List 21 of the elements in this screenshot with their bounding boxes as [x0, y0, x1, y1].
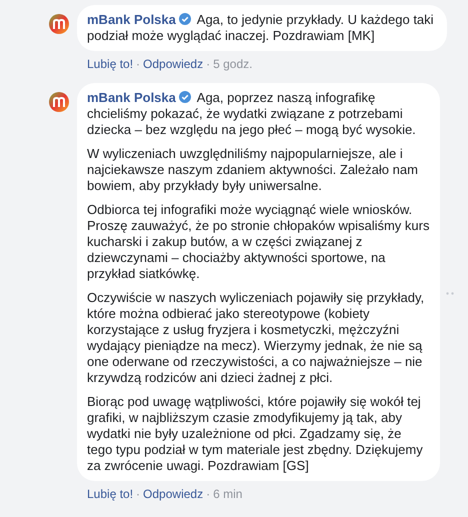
- comment-time: 5 godz.: [213, 56, 252, 73]
- comment-time: 6 min: [213, 486, 242, 503]
- separator-dot: ·: [136, 486, 140, 503]
- like-link[interactable]: Lubię to!: [87, 55, 134, 73]
- comment-text: Biorąc pod uwagę wątpliwości, które pojawiły się wokół tej grafiki, w najbliższym czasie zmodyfikujemy ją tak, aby wydatki nie były uzależnione od płci. Zgadzamy się, że tego typu podział w tym materiale jest zbędny. Dziękujemy za zwrócenie uwagi. Pozdrawiam [GS]: [87, 394, 424, 474]
- author-link[interactable]: mBank Polska: [87, 12, 176, 27]
- reply-link[interactable]: Odpowiedz: [143, 485, 204, 503]
- separator-dot: ·: [136, 56, 140, 73]
- comment-text: mBank Polska Aga, poprzez naszą infografikę chcieliśmy pokazać, że wydatki związane z potrzebami dziecka – bez względu na jego płeć – mogą być wysokie.: [87, 90, 417, 138]
- author-link[interactable]: mBank Polska: [87, 90, 176, 105]
- avatar-logo: [49, 14, 69, 34]
- more-options-icon[interactable]: [446, 292, 454, 294]
- comment-text: W wyliczeniach uwzględniliśmy najpopularniejsze, ale i najciekawsze naszym zdaniem aktywności. Zależało nam bowiem, aby przykłady były uniwersalne.: [87, 146, 419, 194]
- comment-text: Oczywiście w naszych wyliczeniach pojawiły się przykłady, które można odbierać jako stereotypowe (kobiety korzystające z usług fryzjera i kosmetyczki, mężczyźni wydający pieniądze na mecz). Wierzymy jednak, że nie są one oderwane od rzeczywistości, a co najważniejsze – nie krzywdzą rodziców ani dzieci żadnej z płci.: [87, 290, 426, 386]
- comment-text: mBank Polska Aga, to jedynie przykłady. U każdego taki podział może wyglądać inaczej. Pozdrawiam [MK]: [87, 12, 435, 44]
- separator-dot: ·: [206, 56, 210, 73]
- reply-link[interactable]: Odpowiedz: [143, 55, 204, 73]
- avatar-logo: [49, 92, 69, 112]
- comment-text: Odbiorca tej infografiki może wyciągnąć wiele wniosków. Proszę zauważyć, że po stronie chłopaków wpisaliśmy kurs kucharski i zakup butów, a w części związanej z dziewczynami – chociażby aktywności sportowe, na przykład siatkówkę.: [87, 202, 430, 282]
- separator-dot: ·: [206, 486, 210, 503]
- like-link[interactable]: Lubię to!: [87, 485, 134, 503]
